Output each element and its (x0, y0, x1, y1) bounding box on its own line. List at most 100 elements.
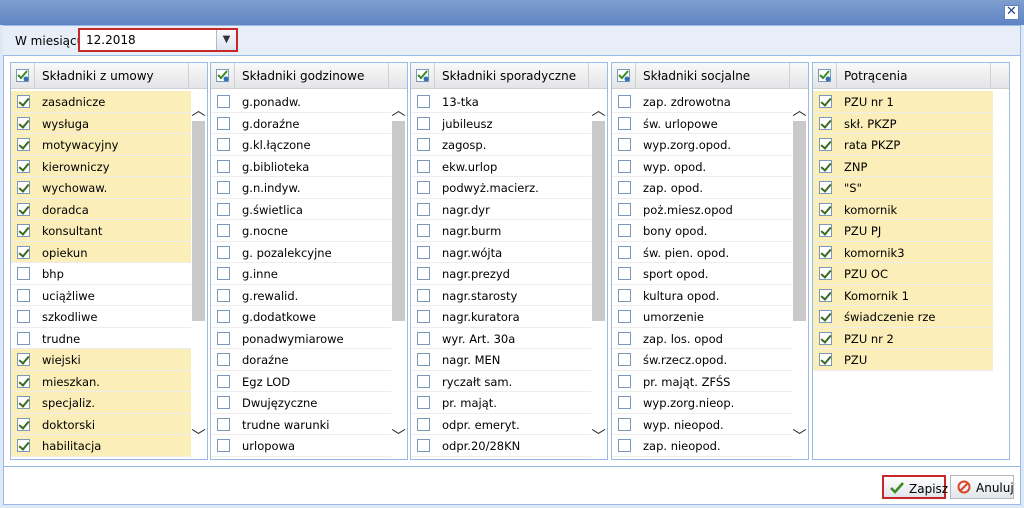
list-item[interactable]: ekw.urlop (411, 156, 591, 177)
item-checkbox[interactable] (417, 374, 430, 388)
item-checkbox[interactable] (17, 138, 30, 151)
month-select[interactable]: 12.2018 ▼ (78, 28, 238, 52)
item-checkbox[interactable] (217, 116, 230, 130)
scrollbar-thumb[interactable] (793, 121, 806, 321)
list-item[interactable]: podwyż.macierz. (411, 177, 591, 199)
list-item[interactable]: św. pien. opod. (612, 242, 792, 263)
list-item[interactable]: doraźne (211, 349, 391, 371)
list-item[interactable]: komornik3 (813, 241, 993, 263)
list-item[interactable]: uciążliwe (11, 285, 191, 306)
list-item[interactable]: jubileusz (411, 113, 591, 134)
item-checkbox[interactable] (618, 439, 631, 452)
list-item[interactable]: specjaliz. (11, 392, 191, 414)
item-checkbox[interactable] (417, 331, 430, 345)
list-item[interactable]: komornik (813, 198, 993, 220)
list-item[interactable]: g.dodatkowe (211, 306, 391, 328)
list-item[interactable]: umorzenie (612, 306, 792, 328)
item-checkbox[interactable] (819, 245, 832, 259)
list-item[interactable]: g.inne (211, 263, 391, 285)
list-item[interactable]: opiekun (11, 241, 191, 263)
list-item[interactable]: PZU (813, 349, 993, 371)
item-checkbox[interactable] (217, 374, 230, 388)
select-all-toggle[interactable] (211, 63, 235, 89)
item-checkbox[interactable] (417, 267, 430, 280)
item-checkbox[interactable] (819, 353, 832, 366)
chevron-down-icon[interactable]: ﹀ (791, 429, 808, 445)
item-checkbox[interactable] (819, 159, 832, 173)
item-checkbox[interactable] (17, 181, 30, 194)
item-checkbox[interactable] (618, 396, 631, 409)
item-checkbox[interactable] (417, 439, 430, 452)
item-checkbox[interactable] (618, 116, 631, 130)
list-item[interactable]: konsultant (11, 220, 191, 242)
chevron-up-icon[interactable]: ︿ (190, 103, 207, 119)
select-all-toggle[interactable] (11, 63, 35, 89)
item-checkbox[interactable] (618, 245, 631, 259)
item-checkbox[interactable] (417, 417, 430, 431)
list-item[interactable]: mieszkan. (11, 370, 191, 392)
list-item[interactable]: nagr.starosty (411, 285, 591, 306)
list-item[interactable]: g.nocne (211, 220, 391, 242)
item-checkbox[interactable] (17, 374, 30, 388)
scrollbar[interactable]: ︿ ﹀ (190, 91, 207, 457)
item-checkbox[interactable] (417, 181, 430, 194)
item-checkbox[interactable] (618, 374, 631, 388)
list-item[interactable]: nagr.wójta (411, 242, 591, 263)
scrollbar[interactable]: ︿ ﹀ (791, 91, 808, 457)
list-item[interactable]: nagr. MEN (411, 349, 591, 371)
list-item[interactable]: urlopowa (211, 435, 391, 457)
list-item[interactable]: odpr.20/28KN (411, 435, 591, 457)
item-checkbox[interactable] (618, 202, 631, 216)
list-item[interactable]: sport opod. (612, 263, 792, 285)
list-item[interactable]: wyr. Art. 30a (411, 328, 591, 349)
item-checkbox[interactable] (618, 417, 631, 431)
list-item[interactable]: PZU PJ (813, 220, 993, 242)
item-checkbox[interactable] (618, 288, 631, 302)
list-item[interactable]: bhp (11, 263, 191, 285)
item-checkbox[interactable] (17, 353, 30, 366)
list-item[interactable]: nagr.dyr (411, 199, 591, 220)
list-item[interactable]: g.kl.łączone (211, 134, 391, 156)
list-item[interactable]: PZU nr 1 (813, 91, 993, 113)
item-checkbox[interactable] (217, 245, 230, 259)
item-checkbox[interactable] (217, 353, 230, 366)
item-checkbox[interactable] (618, 331, 631, 345)
list-item[interactable]: Komornik 1 (813, 284, 993, 306)
item-checkbox[interactable] (417, 138, 430, 151)
list-item[interactable]: kultura opod. (612, 285, 792, 306)
list-item[interactable]: pr. mająt. (411, 392, 591, 414)
scrollbar-thumb[interactable] (392, 121, 405, 321)
item-checkbox[interactable] (217, 310, 230, 323)
item-checkbox[interactable] (17, 310, 30, 323)
item-checkbox[interactable] (417, 202, 430, 216)
item-checkbox[interactable] (417, 116, 430, 130)
list-item[interactable]: poż.miesz.opod (612, 199, 792, 220)
item-checkbox[interactable] (819, 181, 832, 194)
item-checkbox[interactable] (17, 267, 30, 280)
item-checkbox[interactable] (217, 181, 230, 194)
item-checkbox[interactable] (17, 417, 30, 431)
list-item[interactable]: g. pozalekcyjne (211, 242, 391, 263)
item-checkbox[interactable] (217, 417, 230, 431)
list-item[interactable]: bony opod. (612, 220, 792, 242)
item-checkbox[interactable] (819, 267, 832, 280)
list-item[interactable]: św. urlopowe (612, 113, 792, 134)
item-checkbox[interactable] (819, 116, 832, 130)
list-item[interactable]: wyp. nieopod. (612, 414, 792, 435)
item-checkbox[interactable] (618, 224, 631, 237)
chevron-up-icon[interactable]: ︿ (791, 103, 808, 119)
select-all-toggle[interactable] (612, 63, 636, 89)
item-checkbox[interactable] (417, 353, 430, 366)
select-all-toggle[interactable] (411, 63, 435, 89)
item-checkbox[interactable] (618, 159, 631, 173)
list-item[interactable]: habilitacja (11, 435, 191, 457)
scrollbar-thumb[interactable] (192, 121, 205, 321)
list-item[interactable]: ZNP (813, 155, 993, 177)
item-checkbox[interactable] (417, 288, 430, 302)
item-checkbox[interactable] (217, 439, 230, 452)
list-item[interactable]: zap. nieopod. (612, 435, 792, 457)
list-item[interactable]: "S" (813, 177, 993, 199)
list-item[interactable]: Dwujęzyczne (211, 392, 391, 414)
list-item[interactable]: rata PKZP (813, 134, 993, 156)
list-item[interactable]: trudne warunki (211, 414, 391, 435)
